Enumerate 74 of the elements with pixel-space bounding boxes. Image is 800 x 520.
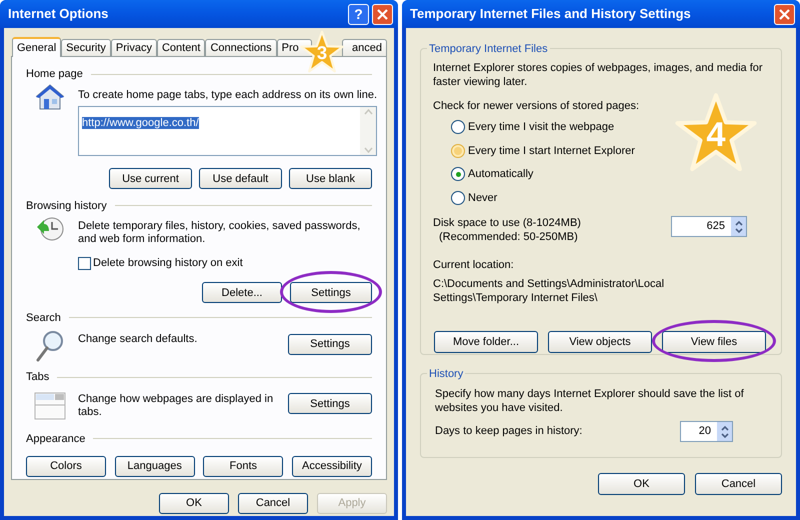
radio-label: Every time I visit the webpage	[468, 120, 614, 135]
dialog-button[interactable]: Fonts	[203, 456, 284, 477]
description-text: C:\Documents and Settings\Administrator\Local Settings\Temporary Internet Files\	[433, 277, 666, 305]
dialog-button[interactable]: Accessibility	[292, 456, 372, 477]
house-icon	[35, 82, 65, 110]
tab[interactable]: Connections	[205, 39, 277, 56]
address-field[interactable]: http://www.google.co.th/	[78, 106, 378, 156]
radio-button[interactable]	[451, 144, 465, 158]
search-icon	[35, 329, 65, 363]
section-heading: Temporary Internet Files	[429, 42, 548, 57]
dialog-button[interactable]: Cancel	[695, 473, 782, 496]
section-heading: Home page	[26, 67, 83, 82]
description-text: Disk space to use (8-1024MB)	[433, 216, 581, 230]
window-title: Temporary Internet Files and History Settings	[410, 5, 692, 24]
radio-button[interactable]	[451, 120, 465, 134]
spin-arrows-icon	[734, 220, 742, 234]
description-text: Change how webpages are displayed in tabs.	[78, 392, 274, 418]
section-heading: Appearance	[26, 432, 86, 446]
description-text: To create home page tabs, type each address on its own line.	[78, 88, 378, 102]
radio-button[interactable]	[451, 190, 465, 205]
description-text: Check for newer versions of stored pages:	[433, 99, 640, 113]
tab[interactable]: Privacy	[110, 39, 157, 56]
tab[interactable]: Security	[61, 39, 111, 56]
radio-label: Never	[468, 190, 498, 206]
section-heading: Search	[26, 310, 61, 326]
dialog-button[interactable]: View objects	[548, 331, 652, 354]
dialog-button[interactable]: OK	[598, 473, 685, 496]
dialog-button[interactable]: Use current	[109, 168, 192, 190]
dialog-button[interactable]: Move folder...	[434, 331, 538, 354]
dialog-button[interactable]: Colors	[26, 456, 106, 477]
help-button[interactable]: ?	[348, 4, 369, 24]
number-field[interactable]: 20	[680, 421, 733, 442]
tab[interactable]: Content	[156, 39, 206, 56]
dialog-button[interactable]: Languages	[114, 456, 195, 477]
radio-label: Every time I start Internet Explorer	[468, 144, 635, 158]
dialog-button[interactable]: Settings	[288, 334, 372, 355]
section-heading: Browsing history	[26, 198, 107, 214]
dialog-button[interactable]: Cancel	[238, 492, 308, 514]
star-icon	[300, 30, 344, 74]
dialog-button[interactable]: Settings	[290, 282, 372, 304]
number-value: 625	[706, 219, 726, 234]
dialog-button[interactable]: Use blank	[289, 168, 372, 190]
radio-button[interactable]	[451, 167, 465, 182]
step-number: 3	[316, 44, 328, 62]
dialog-button[interactable]: Settings	[288, 393, 372, 414]
step-number: 4	[706, 117, 726, 152]
checkbox[interactable]	[78, 256, 91, 270]
description-text: (Recommended: 50-250MB)	[438, 230, 579, 244]
star-icon	[675, 92, 757, 174]
window-title: Internet Options	[8, 5, 110, 24]
tab[interactable]: anced	[342, 39, 387, 56]
dialog-button[interactable]: OK	[159, 492, 229, 514]
close-icon	[377, 8, 388, 20]
description-text: Delete temporary files, history, cookies, saved passwords, and web form information.	[78, 220, 362, 246]
description-text: Current location:	[433, 258, 515, 272]
number-value: 20	[698, 424, 712, 439]
radio-label: Automatically	[468, 167, 534, 182]
checkbox-label: Delete browsing history on exit	[93, 256, 243, 271]
dialog-button[interactable]: Delete...	[202, 282, 282, 304]
tab[interactable]: General	[12, 37, 62, 57]
section-heading: Tabs	[26, 370, 50, 385]
description-text: Specify how many days Internet Explorer should save the list of websites you have visited.	[435, 387, 745, 415]
dialog-button[interactable]: View files	[662, 331, 766, 354]
number-field[interactable]: 625	[671, 216, 747, 237]
days-label: Days to keep pages in history:	[435, 424, 582, 440]
spin-arrows-icon	[720, 424, 728, 438]
description-text: Change search defaults.	[78, 333, 198, 346]
close-button[interactable]	[372, 4, 393, 24]
address-text: http://www.google.co.th/	[82, 116, 199, 128]
close-icon	[779, 8, 790, 20]
description-text: Internet Explorer stores copies of webpages, images, and media for faster viewing later.	[433, 61, 764, 89]
close-button[interactable]	[774, 4, 795, 24]
section-heading: History	[429, 367, 464, 382]
dialog-button[interactable]: Use default	[199, 168, 282, 190]
